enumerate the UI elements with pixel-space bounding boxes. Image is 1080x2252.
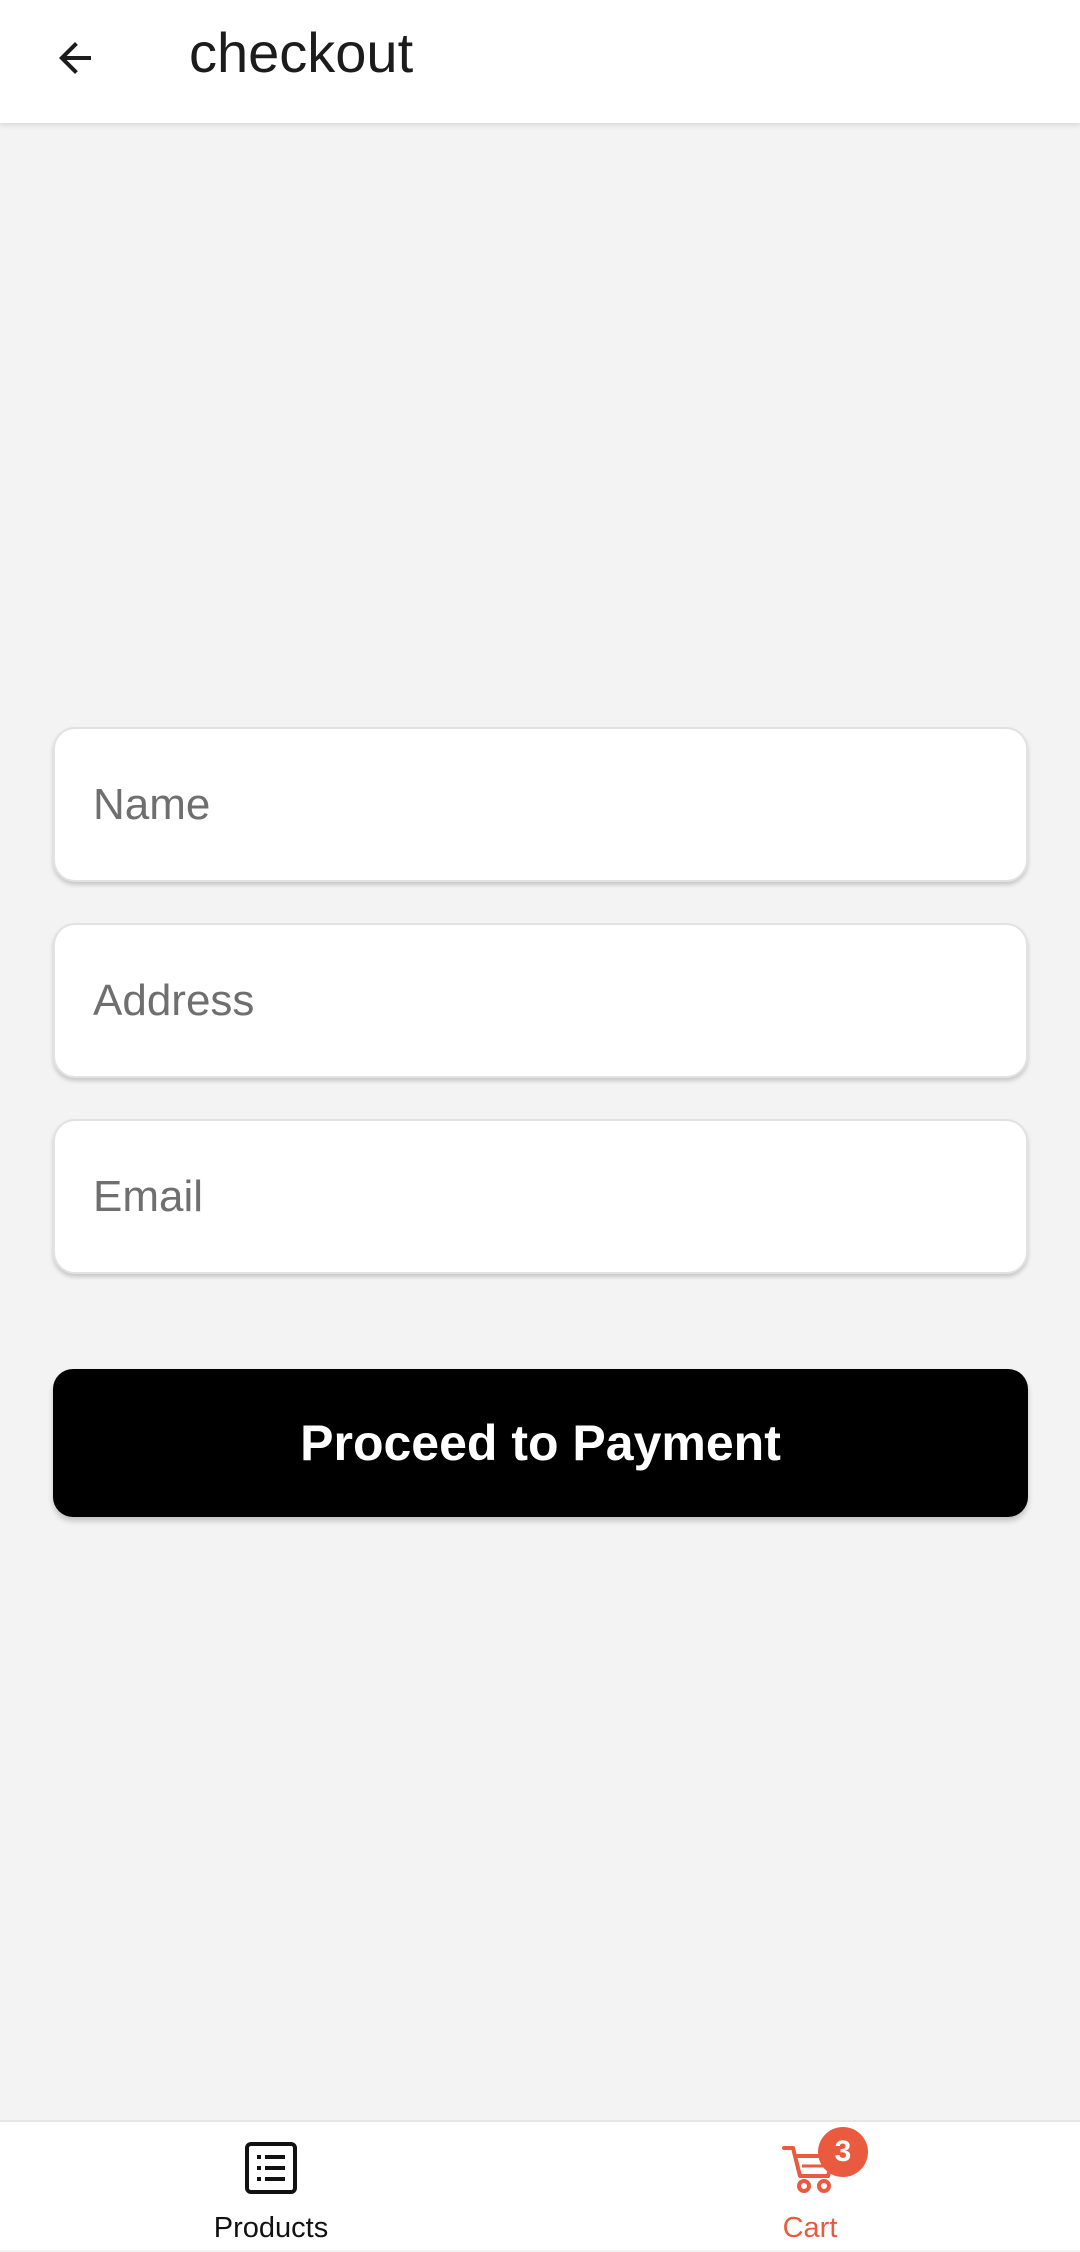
app-bar: checkout xyxy=(0,0,1080,123)
back-button[interactable] xyxy=(30,13,120,103)
list-icon xyxy=(245,2142,297,2194)
arrow-left-icon xyxy=(59,42,91,74)
nav-item-products[interactable]: Products xyxy=(121,2122,421,2252)
cart-count-badge: 3 xyxy=(818,2127,868,2177)
nav-item-cart[interactable]: 3 Cart xyxy=(660,2122,960,2252)
address-field-container xyxy=(53,923,1028,1078)
name-input[interactable] xyxy=(55,729,1026,880)
checkout-form xyxy=(53,727,1028,1315)
email-field-container xyxy=(53,1119,1028,1274)
bottom-navigation: Products 3 Cart xyxy=(0,2120,1080,2250)
proceed-to-payment-button[interactable]: Proceed to Payment xyxy=(53,1369,1028,1517)
email-input[interactable] xyxy=(55,1121,1026,1272)
nav-label-cart: Cart xyxy=(782,2212,838,2244)
proceed-to-payment-label: Proceed to Payment xyxy=(300,1415,781,1471)
nav-label-products: Products xyxy=(213,2212,329,2244)
address-input[interactable] xyxy=(55,925,1026,1076)
name-field-container xyxy=(53,727,1028,882)
page-title: checkout xyxy=(189,21,414,84)
